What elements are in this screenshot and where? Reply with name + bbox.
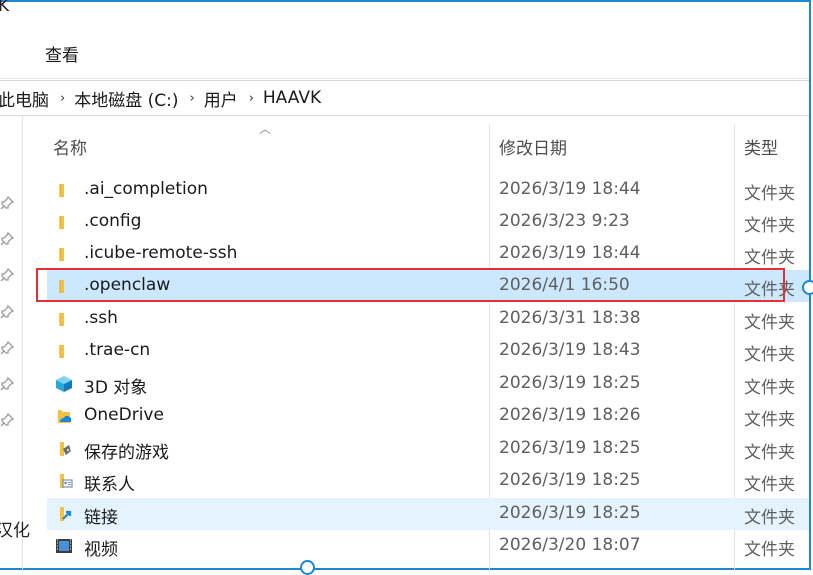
- file-row[interactable]: .config 2026/3/23 9:23 文件夹: [47, 206, 809, 238]
- file-date: 2026/3/19 18:44: [499, 243, 641, 263]
- file-type: 文件夹: [744, 410, 795, 430]
- onedrive-icon: [58, 410, 72, 423]
- file-row[interactable]: .trae-cn 2026/3/19 18:43 文件夹: [47, 335, 809, 367]
- file-date: 2026/3/20 18:07: [499, 535, 641, 555]
- file-name: .config: [84, 211, 142, 231]
- title-fragment: K: [0, 0, 10, 16]
- file-name: 联系人: [84, 475, 135, 495]
- saved-games-icon: [60, 442, 71, 456]
- nav-item-partial[interactable]: 汉化: [0, 516, 30, 541]
- file-type: 文件夹: [744, 184, 795, 204]
- file-name: OneDrive: [84, 405, 164, 425]
- file-row[interactable]: 保存的游戏 2026/3/19 18:25 文件夹: [47, 433, 809, 465]
- folder-icon: [59, 345, 64, 358]
- file-type: 文件夹: [744, 475, 795, 495]
- pin-icon[interactable]: [0, 305, 14, 319]
- file-name: .ai_completion: [84, 179, 208, 199]
- file-row[interactable]: 3D 对象 2026/3/19 18:25 文件夹: [47, 368, 809, 400]
- folder-icon: [59, 216, 64, 229]
- file-row[interactable]: .icube-remote-ssh 2026/3/19 18:44 文件夹: [47, 238, 809, 270]
- sort-up-icon: ︿: [259, 122, 272, 136]
- ribbon-tab-view[interactable]: 查看: [45, 41, 79, 66]
- file-row[interactable]: 视频 2026/3/20 18:07 文件夹: [47, 530, 809, 562]
- file-type: 文件夹: [744, 345, 795, 365]
- file-type: 文件夹: [744, 443, 795, 463]
- file-date: 2026/3/19 18:25: [499, 503, 641, 523]
- file-type: 文件夹: [744, 540, 795, 560]
- file-date: 2026/3/23 9:23: [499, 211, 630, 231]
- column-header-type[interactable]: 类型: [744, 134, 778, 159]
- file-date: 2026/3/31 18:38: [499, 308, 641, 328]
- 3d-objects-icon: [56, 376, 72, 392]
- file-type: 文件夹: [744, 248, 795, 268]
- resize-handle-right[interactable]: [802, 280, 813, 295]
- pin-icon[interactable]: [0, 268, 14, 282]
- pin-icon[interactable]: [0, 377, 14, 391]
- address-bar[interactable]: 此电脑 › 本地磁盘 (C:) › 用户 › HAAVK: [0, 80, 809, 116]
- links-icon: [60, 507, 72, 521]
- pin-icon[interactable]: [0, 196, 14, 210]
- chevron-right-icon[interactable]: ›: [60, 91, 65, 106]
- file-type: 文件夹: [744, 508, 795, 528]
- file-date: 2026/3/19 18:26: [499, 405, 641, 425]
- ribbon-divider: [0, 78, 809, 79]
- pin-icon[interactable]: [0, 341, 14, 355]
- file-name: .trae-cn: [84, 340, 151, 360]
- file-date: 2026/3/19 18:25: [499, 470, 641, 490]
- file-row-hover[interactable]: 链接 2026/3/19 18:25 文件夹: [47, 498, 809, 530]
- resize-handle-bottom[interactable]: [300, 560, 315, 575]
- file-row[interactable]: .ssh 2026/3/31 18:38 文件夹: [47, 303, 809, 335]
- column-header-name[interactable]: 名称: [53, 134, 87, 159]
- videos-icon: [56, 539, 72, 553]
- file-row[interactable]: 联系人 2026/3/19 18:25 文件夹: [47, 465, 809, 497]
- highlight-box: [36, 268, 785, 302]
- folder-icon: [59, 313, 64, 326]
- file-type: 文件夹: [744, 378, 795, 398]
- breadcrumb-haavk[interactable]: HAAVK: [263, 88, 321, 108]
- file-type: 文件夹: [744, 313, 795, 333]
- file-row[interactable]: OneDrive 2026/3/19 18:26 文件夹: [47, 400, 809, 432]
- file-date: 2026/3/19 18:43: [499, 340, 641, 360]
- folder-icon: [59, 184, 64, 197]
- contacts-icon: [60, 474, 73, 488]
- file-type: 文件夹: [744, 216, 795, 236]
- file-date: 2026/3/19 18:44: [499, 179, 641, 199]
- pin-icon[interactable]: [0, 232, 14, 246]
- file-name: .icube-remote-ssh: [84, 243, 238, 263]
- breadcrumb-this-pc[interactable]: 此电脑: [0, 86, 49, 111]
- file-date: 2026/3/19 18:25: [499, 438, 641, 458]
- file-date: 2026/3/19 18:25: [499, 373, 641, 393]
- file-name: 链接: [84, 508, 118, 528]
- chevron-right-icon[interactable]: ›: [189, 91, 194, 106]
- file-name: 3D 对象: [84, 378, 148, 398]
- column-header-date[interactable]: 修改日期: [499, 134, 567, 159]
- folder-icon: [59, 248, 64, 261]
- file-name: .ssh: [84, 308, 118, 328]
- file-name: 视频: [84, 540, 118, 560]
- pin-icon[interactable]: [0, 413, 14, 427]
- nav-pane-divider: [22, 115, 23, 570]
- breadcrumb-local-disk[interactable]: 本地磁盘 (C:): [74, 86, 178, 111]
- file-name: 保存的游戏: [84, 443, 169, 463]
- breadcrumb-users[interactable]: 用户: [204, 86, 238, 111]
- file-row[interactable]: .ai_completion 2026/3/19 18:44 文件夹: [47, 174, 809, 206]
- chevron-right-icon[interactable]: ›: [249, 91, 254, 106]
